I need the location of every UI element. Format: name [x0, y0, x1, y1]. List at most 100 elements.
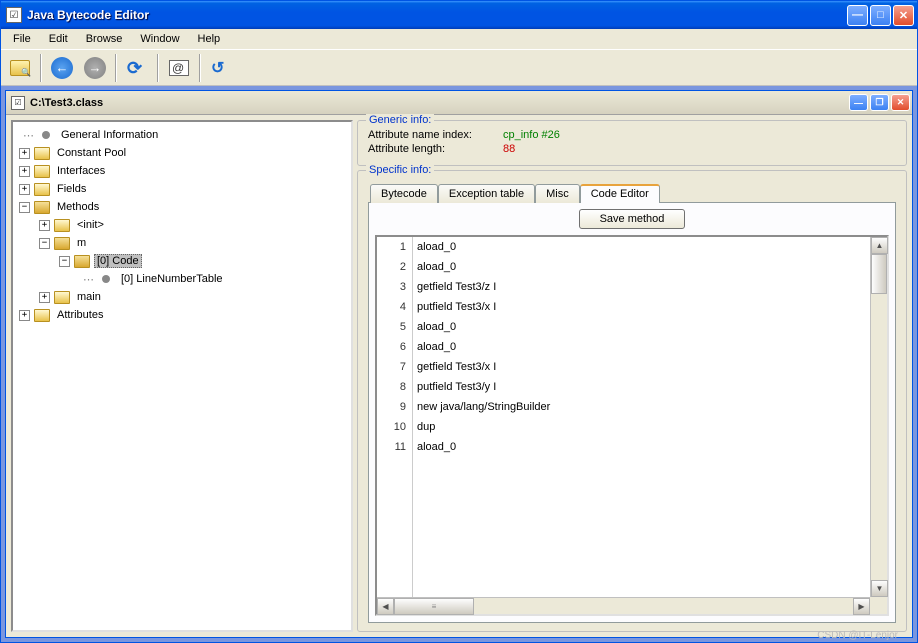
undo-icon: ↺: [211, 58, 231, 78]
tree-node-attributes[interactable]: +Attributes: [15, 306, 349, 324]
doc-icon: [11, 96, 25, 110]
separator: [199, 54, 201, 82]
doc-titlebar[interactable]: C:\Test3.class — ❐ ✕: [6, 91, 912, 115]
expand-icon[interactable]: +: [19, 148, 30, 159]
folder-icon: [54, 219, 70, 232]
doc-content: ⋯General Information +Constant Pool +Int…: [6, 115, 912, 637]
doc-minimize-button[interactable]: —: [849, 94, 868, 111]
back-button[interactable]: ←: [47, 53, 77, 83]
right-pane: Generic info: Attribute name index: cp_i…: [357, 120, 907, 632]
code-lines[interactable]: aload_0aload_0getfield Test3/z Iputfield…: [412, 237, 887, 614]
vertical-scrollbar[interactable]: ▲ ▼: [870, 237, 887, 597]
log-button[interactable]: [164, 53, 194, 83]
tree-node-fields[interactable]: +Fields: [15, 180, 349, 198]
scroll-up-icon[interactable]: ▲: [871, 237, 888, 254]
folder-open-icon: [74, 255, 90, 268]
code-editor[interactable]: 1234567891011 aload_0aload_0getfield Tes…: [375, 235, 889, 616]
menu-file[interactable]: File: [5, 31, 39, 47]
maximize-button[interactable]: □: [870, 5, 891, 26]
folder-icon: [34, 165, 50, 178]
mdi-area: C:\Test3.class — ❐ ✕ ⋯General Informatio…: [1, 86, 917, 642]
doc-restore-button[interactable]: ❐: [870, 94, 889, 111]
menu-window[interactable]: Window: [132, 31, 187, 47]
forward-icon: →: [84, 57, 106, 79]
folder-icon: [54, 291, 70, 304]
refresh-icon: ⟳: [127, 58, 147, 78]
tab-code-editor[interactable]: Code Editor: [580, 184, 660, 203]
forward-button[interactable]: →: [80, 53, 110, 83]
app-icon: [6, 7, 22, 23]
watermark: CSDN @IT-Lenjor: [817, 630, 898, 641]
tab-misc[interactable]: Misc: [535, 184, 580, 203]
log-icon: [169, 60, 189, 76]
menu-browse[interactable]: Browse: [78, 31, 131, 47]
main-window: Java Bytecode Editor — □ ✕ File Edit Bro…: [0, 0, 918, 643]
tabs: Bytecode Exception table Misc Code Edito…: [368, 183, 896, 202]
tree-node-interfaces[interactable]: +Interfaces: [15, 162, 349, 180]
tab-bytecode[interactable]: Bytecode: [370, 184, 438, 203]
bullet-icon: [102, 275, 110, 283]
generic-info-panel: Generic info: Attribute name index: cp_i…: [357, 120, 907, 166]
tab-content: Save method 1234567891011 aload_0aload_0…: [368, 202, 896, 623]
tree-node-main[interactable]: +main: [15, 288, 349, 306]
doc-title: C:\Test3.class: [30, 97, 849, 109]
window-title: Java Bytecode Editor: [27, 8, 847, 22]
scroll-down-icon[interactable]: ▼: [871, 580, 888, 597]
open-icon: [10, 60, 30, 76]
tree-node-code0[interactable]: −[0] Code: [15, 252, 349, 270]
minimize-button[interactable]: —: [847, 5, 868, 26]
collapse-icon[interactable]: −: [19, 202, 30, 213]
tree-node-methods[interactable]: −Methods: [15, 198, 349, 216]
reset-button[interactable]: ↺: [206, 53, 236, 83]
toolbar: ← → ⟳ ↺: [1, 50, 917, 86]
folder-open-icon: [34, 201, 50, 214]
separator: [40, 54, 42, 82]
horizontal-scrollbar[interactable]: ◀ ≡ ▶: [377, 597, 870, 614]
tab-exception[interactable]: Exception table: [438, 184, 535, 203]
scroll-corner: [870, 597, 887, 614]
attr-len-value: 88: [503, 143, 515, 155]
folder-icon: [34, 183, 50, 196]
save-method-button[interactable]: Save method: [579, 209, 686, 229]
attr-name-value[interactable]: cp_info #26: [503, 129, 560, 141]
tree-node-lnt[interactable]: ⋯[0] LineNumberTable: [15, 270, 349, 288]
expand-icon[interactable]: +: [39, 220, 50, 231]
expand-icon[interactable]: +: [39, 292, 50, 303]
menu-help[interactable]: Help: [190, 31, 229, 47]
scroll-thumb[interactable]: [871, 254, 887, 294]
expand-icon[interactable]: +: [19, 166, 30, 177]
separator: [157, 54, 159, 82]
generic-info-legend: Generic info:: [366, 114, 434, 126]
open-button[interactable]: [5, 53, 35, 83]
folder-icon: [34, 147, 50, 160]
close-button[interactable]: ✕: [893, 5, 914, 26]
expand-icon[interactable]: +: [19, 310, 30, 321]
scroll-left-icon[interactable]: ◀: [377, 598, 394, 615]
attr-name-label: Attribute name index:: [368, 129, 503, 141]
line-gutter: 1234567891011: [377, 237, 412, 614]
menubar: File Edit Browse Window Help: [1, 29, 917, 50]
document-window: C:\Test3.class — ❐ ✕ ⋯General Informatio…: [5, 90, 913, 638]
bullet-icon: [42, 131, 50, 139]
doc-close-button[interactable]: ✕: [891, 94, 910, 111]
menu-edit[interactable]: Edit: [41, 31, 76, 47]
tree-node-constant-pool[interactable]: +Constant Pool: [15, 144, 349, 162]
collapse-icon[interactable]: −: [39, 238, 50, 249]
back-icon: ←: [51, 57, 73, 79]
tree-pane[interactable]: ⋯General Information +Constant Pool +Int…: [11, 120, 353, 632]
titlebar[interactable]: Java Bytecode Editor — □ ✕: [1, 1, 917, 29]
specific-info-panel: Specific info: Bytecode Exception table …: [357, 170, 907, 632]
expand-icon[interactable]: +: [19, 184, 30, 195]
refresh-button[interactable]: ⟳: [122, 53, 152, 83]
scroll-thumb[interactable]: ≡: [394, 598, 474, 615]
folder-open-icon: [54, 237, 70, 250]
tree-node-general[interactable]: ⋯General Information: [15, 126, 349, 144]
separator: [115, 54, 117, 82]
attr-len-label: Attribute length:: [368, 143, 503, 155]
specific-info-legend: Specific info:: [366, 164, 434, 176]
tree-node-m[interactable]: −m: [15, 234, 349, 252]
scroll-right-icon[interactable]: ▶: [853, 598, 870, 615]
collapse-icon[interactable]: −: [59, 256, 70, 267]
tree-node-init[interactable]: +<init>: [15, 216, 349, 234]
folder-icon: [34, 309, 50, 322]
